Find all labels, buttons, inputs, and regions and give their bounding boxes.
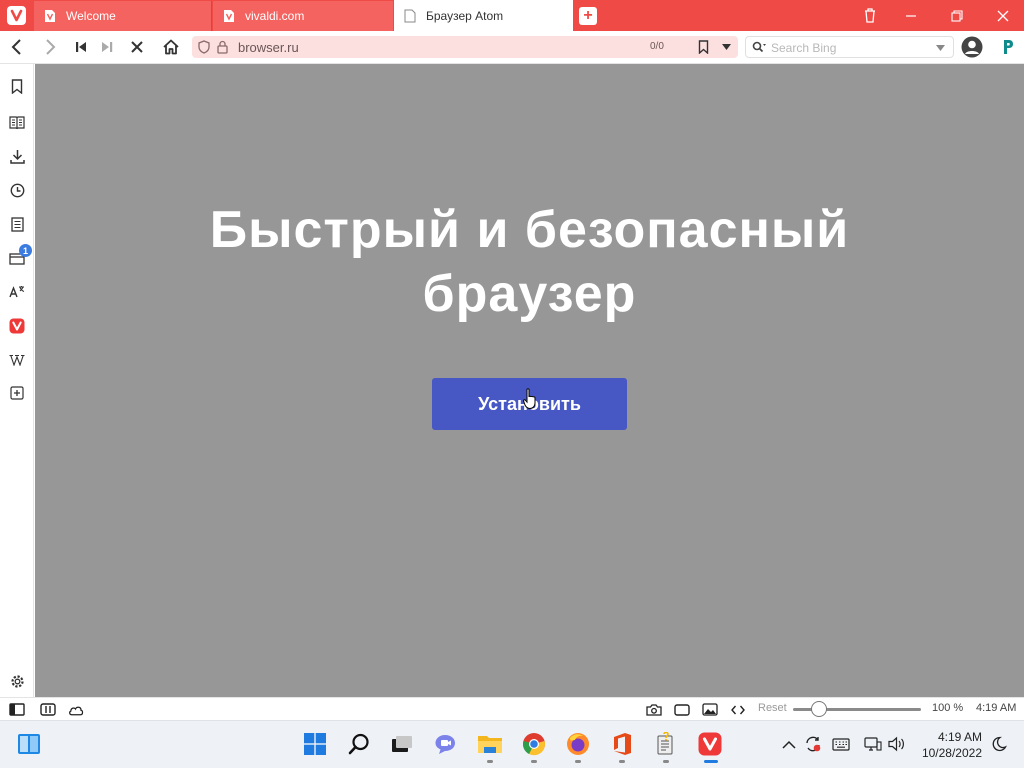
focus-moon-icon[interactable] (990, 735, 1008, 753)
sync-cloud-icon[interactable] (68, 702, 84, 717)
search-icon (752, 41, 766, 53)
address-bar-row: browser.ru 0/0 Search Bing (0, 31, 1024, 64)
back-button[interactable] (5, 35, 29, 59)
code-toggle-icon[interactable] (730, 702, 746, 717)
status-clock: 4:19 AM (976, 702, 1017, 714)
running-indicator (619, 760, 625, 763)
sync-status-icon[interactable] (804, 735, 822, 753)
chevron-down-icon[interactable] (722, 44, 731, 50)
zoom-level: 100 % (932, 702, 964, 714)
toggle-panel-icon[interactable] (9, 702, 25, 717)
widgets-icon[interactable] (16, 731, 42, 757)
notepad-icon[interactable] (653, 731, 679, 757)
running-indicator (663, 760, 669, 763)
file-explorer-icon[interactable] (477, 731, 503, 757)
vivaldi-page-icon (45, 10, 55, 22)
trash-icon[interactable] (847, 0, 893, 31)
bookmark-icon[interactable] (698, 40, 709, 54)
lock-icon[interactable] (217, 40, 228, 54)
side-panel: 1 (0, 64, 34, 697)
settings-gear-icon[interactable] (8, 672, 26, 690)
teams-chat-icon[interactable] (433, 731, 459, 757)
volume-icon[interactable] (888, 735, 906, 753)
extension-icon[interactable] (996, 35, 1020, 59)
history-panel-icon[interactable] (8, 181, 26, 199)
keyboard-icon[interactable] (832, 735, 850, 753)
url-field[interactable]: browser.ru 0/0 (192, 36, 738, 58)
reader-panel-icon[interactable] (8, 113, 26, 131)
tab-vivaldi-com[interactable]: vivaldi.com (213, 1, 393, 31)
find-counter: 0/0 (650, 41, 664, 52)
hand-cursor-icon (523, 388, 536, 410)
active-app-indicator (704, 760, 718, 763)
notification-badge: 1 (19, 244, 32, 257)
add-panel-icon[interactable] (8, 384, 26, 402)
chrome-icon[interactable] (521, 731, 547, 757)
document-icon (404, 9, 416, 22)
profile-avatar-icon[interactable] (960, 35, 984, 59)
chevron-up-icon[interactable] (780, 735, 798, 753)
images-toggle-icon[interactable] (702, 702, 718, 717)
close-button[interactable] (980, 0, 1024, 31)
tab-title: vivaldi.com (245, 9, 305, 23)
notes-panel-icon[interactable] (8, 215, 26, 233)
headline-line-1: Быстрый и безопасный (209, 201, 850, 259)
taskbar-clock-time[interactable]: 4:19 AM (930, 730, 982, 744)
shield-icon[interactable] (198, 40, 210, 54)
status-bar: Reset 100 % 4:19 AM (0, 697, 1024, 720)
zoom-reset-label[interactable]: Reset (758, 702, 787, 714)
tab-welcome[interactable]: Welcome (34, 1, 212, 31)
search-field[interactable]: Search Bing (745, 36, 954, 58)
windows-start-icon[interactable] (302, 731, 328, 757)
network-icon[interactable] (864, 735, 882, 753)
wikipedia-panel-icon[interactable] (8, 351, 26, 369)
tab-title: Welcome (66, 9, 116, 23)
tab-atom-browser[interactable]: Браузер Atom (394, 0, 573, 31)
rewind-button[interactable] (69, 35, 93, 59)
web-page-content: Быстрый и безопасный браузер Установить (35, 64, 1024, 697)
vivaldi-menu-icon[interactable] (7, 6, 26, 25)
firefox-icon[interactable] (565, 731, 591, 757)
search-placeholder: Search Bing (771, 41, 837, 55)
chevron-down-icon[interactable] (936, 45, 945, 51)
forward-button[interactable] (38, 35, 62, 59)
running-indicator (487, 760, 493, 763)
translate-panel-icon[interactable] (8, 283, 26, 301)
running-indicator (531, 760, 537, 763)
page-window-icon[interactable] (674, 702, 690, 717)
restore-button[interactable] (934, 0, 980, 31)
taskbar-clock-date[interactable]: 10/28/2022 (916, 746, 982, 760)
tab-tiling-icon[interactable] (40, 702, 56, 717)
vivaldi-panel-icon[interactable] (8, 317, 26, 335)
zoom-slider-handle[interactable] (810, 701, 827, 717)
vivaldi-page-icon (224, 10, 234, 22)
download-panel-icon[interactable] (8, 147, 26, 165)
windows-taskbar: 4:19 AM 10/28/2022 (0, 720, 1024, 768)
home-button[interactable] (159, 35, 183, 59)
new-tab-button[interactable]: + (579, 7, 597, 25)
page-headline: Быстрый и безопасный браузер (35, 198, 1024, 326)
vivaldi-icon[interactable] (697, 731, 723, 757)
tab-title: Браузер Atom (426, 8, 504, 23)
stop-loading-button[interactable] (125, 35, 149, 59)
task-view-icon[interactable] (389, 731, 415, 757)
minimize-button[interactable] (888, 0, 934, 31)
bookmark-panel-icon[interactable] (8, 77, 26, 95)
office-icon[interactable] (609, 731, 635, 757)
search-icon[interactable] (346, 731, 372, 757)
capture-camera-icon[interactable] (646, 702, 662, 717)
tab-bar: Welcome vivaldi.com Браузер Atom + (0, 0, 1024, 31)
fast-forward-button[interactable] (95, 35, 119, 59)
headline-line-2: браузер (422, 265, 637, 323)
running-indicator (575, 760, 581, 763)
url-text: browser.ru (238, 40, 299, 55)
